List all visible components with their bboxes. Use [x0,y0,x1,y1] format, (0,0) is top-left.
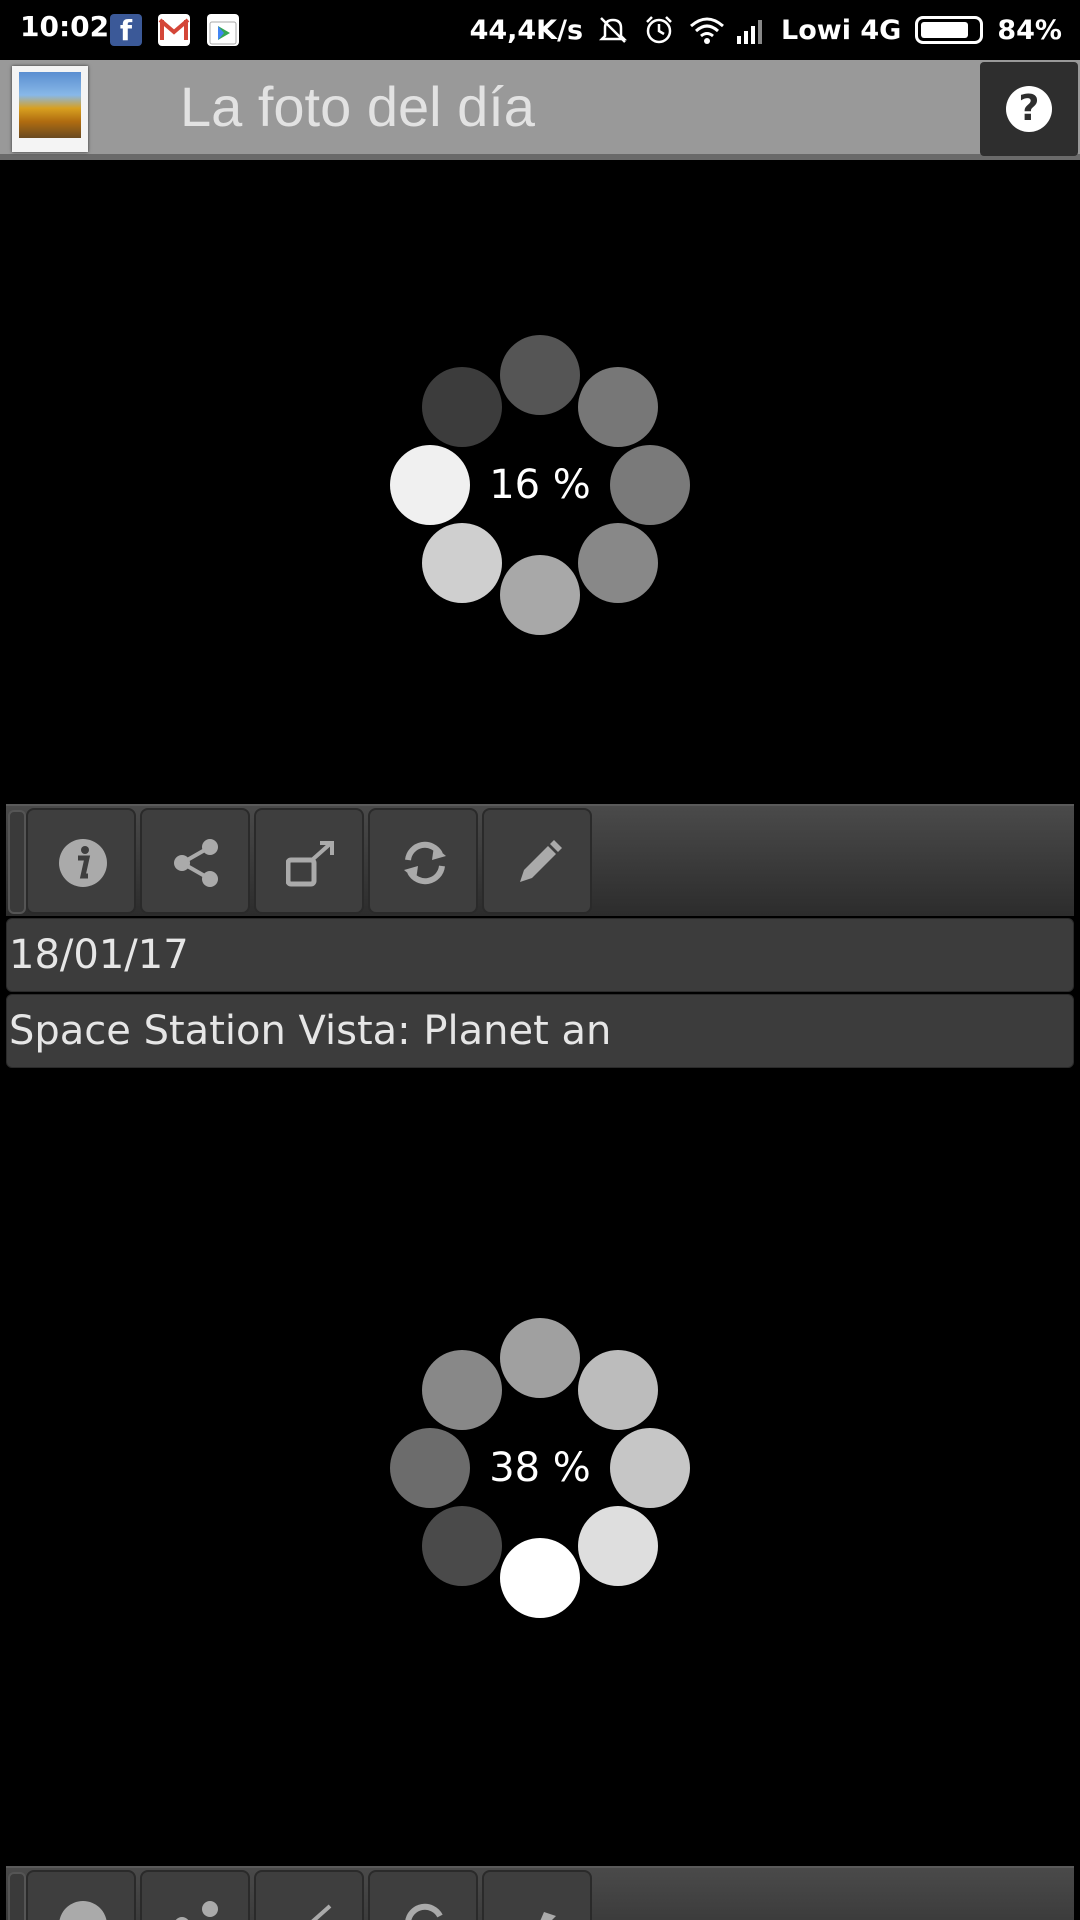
status-time: 10:02 [20,10,110,43]
loading-percent: 38 % [489,1445,591,1491]
network-speed: 44,4K/s [469,14,584,46]
photo-panel[interactable]: 38 % [6,1070,1074,1866]
edit-button[interactable] [482,1870,592,1920]
loading-spinner: 38 % [390,1318,690,1618]
battery-percent: 84% [997,14,1062,46]
share-icon [174,839,218,887]
toolbar-handle[interactable] [8,1872,26,1920]
gmail-icon [158,14,190,46]
app-bar: La foto del día ? [0,60,1080,160]
open-external-icon [286,841,334,887]
play-store-icon [207,14,239,46]
refresh-icon [405,1903,443,1920]
carrier-name: Lowi 4G [781,14,902,46]
refresh-button[interactable] [368,1870,478,1920]
info-icon [59,1901,107,1920]
info-button[interactable] [26,1870,136,1920]
facebook-icon: f [110,14,142,47]
app-logo [12,66,88,152]
status-bar: 10:02 f 44,4K/s Lowi 4G 84% [0,0,1080,60]
loading-spinner: 16 % [390,335,690,635]
help-button[interactable]: ? [980,62,1078,156]
share-button[interactable] [140,1870,250,1920]
page-title: La foto del día [180,75,535,138]
photo-title: Space Station Vista: Planet an [6,994,1074,1068]
refresh-button[interactable] [368,808,478,914]
toolbar-handle[interactable] [8,810,26,914]
open-external-icon [311,1904,332,1920]
open-external-button[interactable] [254,1870,364,1920]
open-external-button[interactable] [254,808,364,914]
help-icon: ? [1006,86,1052,132]
signal-icon [735,14,767,46]
edit-icon [520,840,562,882]
edit-icon [540,1912,556,1920]
alarm-icon [643,14,675,46]
edit-button[interactable] [482,808,592,914]
share-icon [175,1901,218,1920]
status-right: 44,4K/s Lowi 4G 84% [470,10,1062,50]
loading-percent: 16 % [489,462,591,508]
wifi-icon [689,14,725,46]
photo-toolbar [6,1866,1074,1920]
battery-icon [915,16,984,44]
refresh-icon [404,841,446,885]
photo-panel[interactable]: 16 % [6,166,1074,804]
mute-icon [597,14,629,46]
photo-toolbar [6,804,1074,916]
share-button[interactable] [140,808,250,914]
info-button[interactable] [26,808,136,914]
info-icon [59,839,107,887]
photo-date: 18/01/17 [6,918,1074,992]
